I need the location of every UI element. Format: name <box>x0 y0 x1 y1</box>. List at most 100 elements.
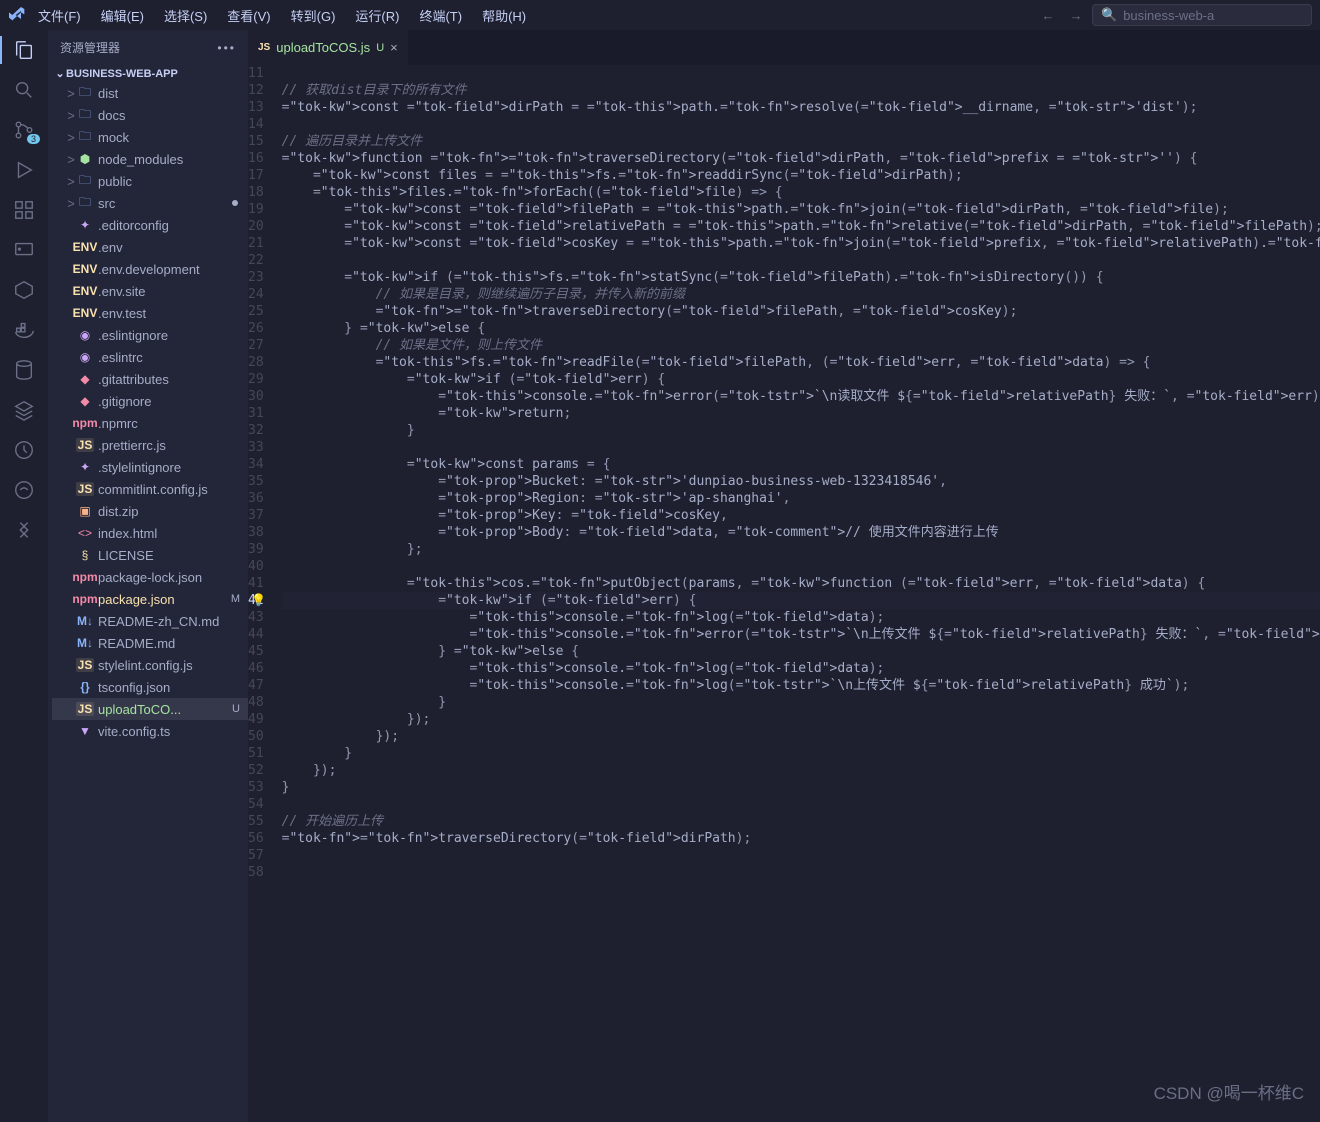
tree-item-license[interactable]: §LICENSE <box>52 544 248 566</box>
tree-item--npmrc[interactable]: npm.npmrc <box>52 412 248 434</box>
activity-scm-icon[interactable]: 3 <box>12 118 36 142</box>
tree-item--editorconfig[interactable]: ✦.editorconfig <box>52 214 248 236</box>
tree-item-label: tsconfig.json <box>98 680 170 695</box>
vscode-logo-icon <box>8 6 26 24</box>
tree-item--gitattributes[interactable]: ◆.gitattributes <box>52 368 248 390</box>
menu-run[interactable]: 运行(R) <box>347 4 407 27</box>
tree-item-label: src <box>98 196 115 211</box>
tab-close-icon[interactable]: × <box>390 40 398 55</box>
tree-item--prettierrc-js[interactable]: JS.prettierrc.js <box>52 434 248 456</box>
menu-bar: 文件(F) 编辑(E) 选择(S) 查看(V) 转到(G) 运行(R) 终端(T… <box>0 0 1320 30</box>
code-editor[interactable]: 1112131415161718192021222324252627282930… <box>248 65 1320 1122</box>
activity-bar: 3 <box>0 30 48 1122</box>
activity-debug-icon[interactable] <box>12 158 36 182</box>
file-tree: >🗀dist>🗀docs>🗀mock>⬢node_modules>🗀public… <box>48 82 248 742</box>
tree-item-label: .env.development <box>98 262 200 277</box>
tree-item-label: index.html <box>98 526 157 541</box>
tree-item--env-development[interactable]: ENV.env.development <box>52 258 248 280</box>
tree-item-label: package-lock.json <box>98 570 202 585</box>
nav-forward-icon[interactable]: → <box>1064 8 1088 23</box>
activity-docker-icon[interactable] <box>12 318 36 342</box>
tree-item-label: uploadToCO... <box>98 702 181 717</box>
tree-item-readme-zh-cn-md[interactable]: M↓README-zh_CN.md <box>52 610 248 632</box>
tree-item-dist[interactable]: >🗀dist <box>52 82 248 104</box>
search-icon: 🔍 <box>1101 7 1117 23</box>
js-file-icon: JS <box>258 42 270 53</box>
tab-uploadtocos[interactable]: JS uploadToCOS.js U × <box>248 30 409 65</box>
menu-terminal[interactable]: 终端(T) <box>411 4 470 27</box>
menu-help[interactable]: 帮助(H) <box>474 4 534 27</box>
tree-item--eslintignore[interactable]: ◉.eslintignore <box>52 324 248 346</box>
tree-item-label: mock <box>98 130 129 145</box>
tree-item-label: README-zh_CN.md <box>98 614 219 629</box>
tree-item-commitlint-config-js[interactable]: JScommitlint.config.js <box>52 478 248 500</box>
tree-item-package-lock-json[interactable]: npmpackage-lock.json <box>52 566 248 588</box>
tree-item-mock[interactable]: >🗀mock <box>52 126 248 148</box>
scm-badge: 3 <box>27 134 40 144</box>
activity-search-icon[interactable] <box>12 78 36 102</box>
tree-item-label: node_modules <box>98 152 183 167</box>
git-status-badge: U <box>232 703 240 715</box>
tree-item-dist-zip[interactable]: ▣dist.zip <box>52 500 248 522</box>
menu-view[interactable]: 查看(V) <box>219 4 278 27</box>
tree-item-label: docs <box>98 108 125 123</box>
chevron-right-icon: > <box>66 130 76 145</box>
tree-item-uploadtoco---[interactable]: JSuploadToCO...U <box>52 698 248 720</box>
activity-explorer-icon[interactable] <box>12 38 36 62</box>
chevron-right-icon: > <box>66 152 76 167</box>
tree-item-public[interactable]: >🗀public <box>52 170 248 192</box>
chevron-right-icon: > <box>66 86 76 101</box>
activity-git-icon[interactable] <box>12 518 36 542</box>
tree-item--env-site[interactable]: ENV.env.site <box>52 280 248 302</box>
activity-layers-icon[interactable] <box>12 398 36 422</box>
tree-item-package-json[interactable]: npmpackage.jsonM <box>52 588 248 610</box>
tree-item-label: .prettierrc.js <box>98 438 166 453</box>
tree-item-vite-config-ts[interactable]: ▼vite.config.ts <box>52 720 248 742</box>
explorer-project-header[interactable]: ⌄ BUSINESS-WEB-APP <box>48 65 248 82</box>
tree-item-tsconfig-json[interactable]: {}tsconfig.json <box>52 676 248 698</box>
tree-item-label: .gitignore <box>98 394 151 409</box>
tree-item-label: .stylelintignore <box>98 460 181 475</box>
activity-icon-3[interactable] <box>12 478 36 502</box>
watermark-text: CSDN @喝一杯维C <box>1154 1079 1304 1104</box>
menu-edit[interactable]: 编辑(E) <box>93 4 152 27</box>
tree-item-stylelint-config-js[interactable]: JSstylelint.config.js <box>52 654 248 676</box>
activity-extensions-icon[interactable] <box>12 198 36 222</box>
search-placeholder: business-web-a <box>1123 8 1214 23</box>
chevron-right-icon: > <box>66 108 76 123</box>
tree-item-label: .env.test <box>98 306 146 321</box>
tree-item--env-test[interactable]: ENV.env.test <box>52 302 248 324</box>
tree-item-label: .eslintrc <box>98 350 143 365</box>
tree-item-index-html[interactable]: <>index.html <box>52 522 248 544</box>
tree-item-label: LICENSE <box>98 548 154 563</box>
chevron-down-icon: ⌄ <box>54 67 66 80</box>
activity-remote-icon[interactable] <box>12 238 36 262</box>
activity-database-icon[interactable] <box>12 358 36 382</box>
project-name: BUSINESS-WEB-APP <box>66 68 178 80</box>
tree-item--eslintrc[interactable]: ◉.eslintrc <box>52 346 248 368</box>
tree-item-label: dist <box>98 86 118 101</box>
tree-item-label: dist.zip <box>98 504 138 519</box>
tree-item-readme-md[interactable]: M↓README.md <box>52 632 248 654</box>
tree-item--env[interactable]: ENV.env <box>52 236 248 258</box>
activity-icon-1[interactable] <box>12 278 36 302</box>
tree-item-node-modules[interactable]: >⬢node_modules <box>52 148 248 170</box>
tree-item-label: stylelint.config.js <box>98 658 193 673</box>
menu-goto[interactable]: 转到(G) <box>283 4 344 27</box>
activity-icon-2[interactable] <box>12 438 36 462</box>
tree-item-docs[interactable]: >🗀docs <box>52 104 248 126</box>
command-center-search[interactable]: 🔍 business-web-a <box>1092 4 1312 26</box>
tree-item-label: vite.config.ts <box>98 724 170 739</box>
lightbulb-icon[interactable]: 💡 <box>251 592 266 609</box>
code-content[interactable]: // 获取dist目录下的所有文件="tok-kw">const ="tok-f… <box>282 65 1320 1122</box>
explorer-more-icon[interactable]: ••• <box>217 41 236 55</box>
tree-item--gitignore[interactable]: ◆.gitignore <box>52 390 248 412</box>
menu-file[interactable]: 文件(F) <box>30 4 89 27</box>
tree-item-src[interactable]: >🗀src <box>52 192 248 214</box>
tree-item-label: public <box>98 174 132 189</box>
chevron-right-icon: > <box>66 174 76 189</box>
nav-back-icon[interactable]: ← <box>1036 8 1060 23</box>
menu-select[interactable]: 选择(S) <box>156 4 215 27</box>
git-status-badge: M <box>231 593 240 605</box>
tree-item--stylelintignore[interactable]: ✦.stylelintignore <box>52 456 248 478</box>
